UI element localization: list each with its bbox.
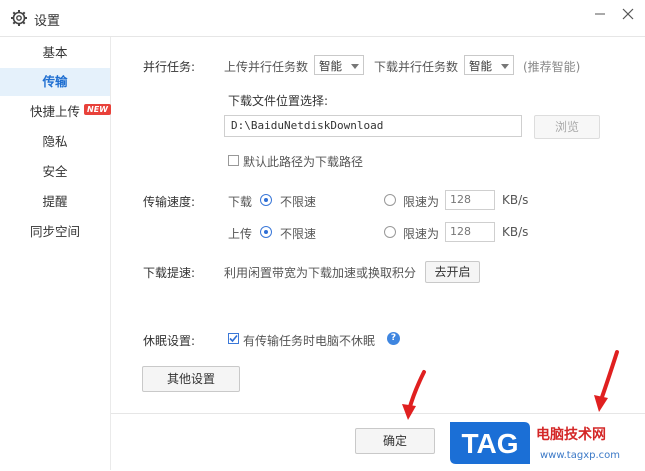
sidebar-item-reminder[interactable]: 提醒 [0, 188, 110, 216]
sidebar-item-privacy[interactable]: 隐私 [0, 128, 110, 156]
no-sleep-checkbox-label: 有传输任务时电脑不休眠 [243, 334, 376, 348]
chevron-down-icon [501, 64, 509, 69]
download-path-label: 下载文件位置选择: [228, 94, 329, 108]
download-parallel-select[interactable]: 智能 [464, 55, 514, 75]
chevron-down-icon [351, 64, 359, 69]
upload-unlimited-radio[interactable] [260, 226, 272, 238]
download-limit-label: 限速为 [403, 195, 440, 209]
close-icon[interactable] [620, 6, 636, 22]
sidebar-item-label: 快捷上传 [29, 104, 80, 119]
upload-speed-label: 上传 [228, 227, 253, 241]
sidebar: 基本 传输 快捷上传 NEW 隐私 安全 提醒 同步空间 [0, 37, 111, 470]
upload-limit-radio[interactable] [384, 226, 396, 238]
gear-icon [11, 10, 27, 26]
default-path-checkbox-label: 默认此路径为下载路径 [243, 155, 364, 169]
other-settings-button[interactable]: 其他设置 [142, 366, 240, 392]
upload-parallel-label: 上传并行任务数 [224, 60, 309, 74]
title-bar: 设置 [0, 0, 645, 37]
download-limit-unit: KB/s [502, 193, 529, 207]
no-sleep-checkbox[interactable] [228, 333, 239, 344]
sleep-settings-label: 休眠设置: [143, 334, 196, 348]
download-parallel-value: 智能 [469, 59, 492, 73]
sidebar-item-security[interactable]: 安全 [0, 158, 110, 186]
download-path-input[interactable]: D:\BaiduNetdiskDownload [224, 115, 522, 137]
parallel-hint: (推荐智能) [523, 60, 581, 74]
browse-button[interactable]: 浏览 [534, 115, 600, 139]
upload-parallel-select[interactable]: 智能 [314, 55, 364, 75]
red-arrow-icon [594, 350, 619, 412]
download-parallel-label: 下载并行任务数 [374, 60, 459, 74]
upload-limit-label: 限速为 [403, 227, 440, 241]
transfer-speed-label: 传输速度: [143, 195, 196, 209]
download-speed-label: 下载 [228, 195, 253, 209]
confirm-button[interactable]: 确定 [355, 428, 435, 454]
default-path-checkbox[interactable] [228, 155, 239, 166]
sidebar-item-sync-space[interactable]: 同步空间 [0, 218, 110, 246]
boost-enable-button[interactable]: 去开启 [425, 261, 480, 283]
download-limit-input[interactable]: 128 [445, 190, 495, 210]
sidebar-item-transfer[interactable]: 传输 [0, 68, 110, 96]
upload-limit-input[interactable]: 128 [445, 222, 495, 242]
sidebar-item-basic[interactable]: 基本 [0, 39, 110, 67]
tag-logo-icon: TAG [450, 422, 530, 464]
download-boost-label: 下载提速: [143, 266, 196, 280]
help-icon[interactable]: ? [387, 332, 400, 345]
new-badge: NEW [84, 104, 111, 115]
download-boost-text: 利用闲置带宽为下载加速或换取积分 [224, 266, 417, 280]
sidebar-item-quick-upload[interactable]: 快捷上传 NEW [0, 98, 111, 126]
download-unlimited-radio[interactable] [260, 194, 272, 206]
tag-logo-text: TAG [461, 428, 518, 459]
download-unlimited-label: 不限速 [280, 195, 317, 209]
watermark-url: www.tagxp.com [540, 450, 620, 461]
upload-parallel-value: 智能 [319, 59, 342, 73]
upload-unlimited-label: 不限速 [280, 227, 317, 241]
window-title: 设置 [34, 14, 61, 29]
watermark-title: 电脑技术网 [536, 427, 606, 443]
download-limit-radio[interactable] [384, 194, 396, 206]
checkmark-icon [229, 334, 238, 343]
minimize-icon[interactable] [592, 8, 608, 20]
upload-limit-unit: KB/s [502, 225, 529, 239]
parallel-tasks-label: 并行任务: [143, 60, 196, 74]
